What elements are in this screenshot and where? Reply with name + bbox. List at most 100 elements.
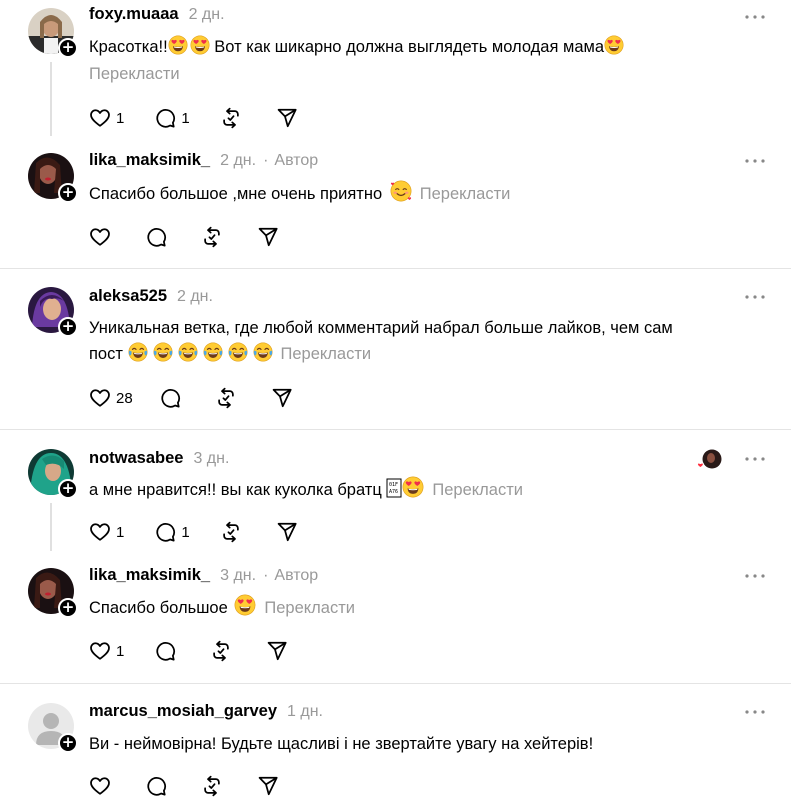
avatar[interactable]: + bbox=[28, 703, 78, 753]
username[interactable]: aleksa525 bbox=[89, 287, 167, 306]
plus-follow-icon[interactable]: + bbox=[58, 317, 78, 337]
like-count: 1 bbox=[116, 523, 125, 541]
heart-icon bbox=[89, 226, 111, 248]
plus-follow-icon[interactable]: + bbox=[58, 479, 78, 499]
avatar[interactable]: + bbox=[28, 287, 78, 337]
repost-button[interactable] bbox=[210, 640, 232, 662]
share-icon bbox=[257, 226, 279, 248]
like-count: 1 bbox=[116, 109, 125, 127]
heart-eyes-emoji bbox=[604, 35, 624, 55]
repost-button[interactable] bbox=[201, 226, 223, 248]
repost-icon bbox=[215, 387, 237, 409]
reply-button[interactable] bbox=[145, 775, 167, 797]
comment-text: Ви - неймовірна! Будьте щасливі і не зве… bbox=[89, 731, 769, 757]
repost-icon bbox=[220, 521, 242, 543]
share-button[interactable] bbox=[271, 387, 293, 409]
more-icon[interactable] bbox=[744, 294, 766, 302]
like-button[interactable]: 1 bbox=[89, 107, 154, 129]
like-button[interactable] bbox=[89, 226, 111, 248]
heart-icon bbox=[89, 521, 111, 543]
timestamp[interactable]: 2 дн. bbox=[177, 288, 213, 306]
repost-button[interactable] bbox=[220, 107, 242, 129]
avatar[interactable]: + bbox=[28, 449, 78, 499]
translate-link[interactable]: Перекласти bbox=[432, 481, 523, 499]
share-button[interactable] bbox=[257, 775, 279, 797]
reply-button[interactable]: 1 bbox=[154, 521, 219, 543]
tears-of-joy-emoji bbox=[153, 342, 173, 362]
reply-button[interactable] bbox=[159, 387, 181, 409]
smiling-hearts-emoji bbox=[390, 180, 412, 202]
translate-label[interactable]: Перекласти bbox=[89, 65, 180, 83]
translate-link[interactable]: Перекласти bbox=[264, 599, 355, 617]
thread-line bbox=[50, 62, 52, 136]
share-button[interactable] bbox=[276, 521, 298, 543]
heart-eyes-emoji bbox=[402, 476, 424, 498]
comment-icon bbox=[154, 107, 176, 129]
plus-follow-icon[interactable]: + bbox=[58, 733, 78, 753]
share-icon bbox=[276, 107, 298, 129]
comment-icon bbox=[154, 640, 176, 662]
username[interactable]: marcus_mosiah_garvey bbox=[89, 702, 277, 721]
like-button[interactable]: 1 bbox=[89, 640, 154, 662]
username[interactable]: lika_maksimik_ bbox=[89, 566, 210, 585]
username[interactable]: notwasabee bbox=[89, 449, 183, 468]
plus-follow-icon[interactable]: + bbox=[58, 598, 78, 618]
plus-follow-icon[interactable]: + bbox=[58, 38, 78, 58]
like-button[interactable] bbox=[89, 775, 111, 797]
comment-text-line: пост bbox=[89, 345, 123, 363]
comment-text-part: Ви - неймовірна! Будьте щасливі і не зве… bbox=[89, 735, 594, 753]
timestamp[interactable]: 2 дн. bbox=[189, 6, 225, 24]
comment-text: Уникальная ветка, где любой комментарий … bbox=[89, 315, 769, 367]
repost-button[interactable] bbox=[220, 521, 242, 543]
more-icon[interactable] bbox=[744, 573, 766, 581]
reply-button[interactable]: 1 bbox=[154, 107, 219, 129]
like-button[interactable]: 28 bbox=[89, 387, 159, 409]
share-button[interactable] bbox=[257, 226, 279, 248]
separator-dot: · bbox=[263, 152, 269, 169]
avatar[interactable]: + bbox=[28, 153, 78, 203]
translate-link[interactable]: Перекласти bbox=[420, 185, 511, 203]
heart-icon bbox=[89, 640, 111, 662]
username[interactable]: lika_maksimik_ bbox=[89, 151, 210, 170]
translate-link[interactable]: Перекласти bbox=[281, 345, 372, 363]
author-liked-icon bbox=[696, 449, 722, 469]
divider bbox=[0, 683, 791, 684]
share-button[interactable] bbox=[266, 640, 288, 662]
separator-dot: · bbox=[263, 567, 269, 584]
repost-button[interactable] bbox=[215, 387, 237, 409]
plus-follow-icon[interactable]: + bbox=[58, 183, 78, 203]
action-bar: 1 bbox=[89, 639, 322, 663]
more-icon[interactable] bbox=[744, 709, 766, 717]
timestamp[interactable]: 1 дн. bbox=[287, 703, 323, 721]
avatar[interactable]: + bbox=[28, 8, 78, 58]
more-icon[interactable] bbox=[744, 14, 766, 22]
timestamp[interactable]: 2 дн. bbox=[220, 152, 256, 170]
more-icon[interactable] bbox=[744, 158, 766, 166]
repost-button[interactable] bbox=[201, 775, 223, 797]
heart-eyes-emoji bbox=[234, 594, 256, 616]
tears-of-joy-emoji bbox=[128, 342, 148, 362]
share-icon bbox=[266, 640, 288, 662]
comment-header: notwasabee 3 дн. bbox=[89, 449, 229, 473]
translate-link[interactable]: Перекласти bbox=[89, 61, 769, 87]
like-button[interactable]: 1 bbox=[89, 521, 154, 543]
action-bar: 1 1 bbox=[89, 106, 332, 130]
username[interactable]: foxy.muaaa bbox=[89, 5, 179, 24]
comment-text-part: Красотка!! bbox=[89, 38, 168, 56]
comment-header: lika_maksimik_ 2 дн. · Автор bbox=[89, 151, 318, 175]
comment-header: marcus_mosiah_garvey 1 дн. bbox=[89, 702, 323, 726]
reply-button[interactable] bbox=[154, 640, 176, 662]
action-bar: 28 bbox=[89, 386, 327, 410]
timestamp[interactable]: 3 дн. bbox=[193, 450, 229, 468]
heart-icon bbox=[89, 107, 111, 129]
author-badge: Автор bbox=[274, 567, 319, 584]
comment-header: aleksa525 2 дн. bbox=[89, 287, 213, 311]
more-icon[interactable] bbox=[744, 456, 766, 464]
svg-text:A76: A76 bbox=[389, 489, 398, 495]
reply-button[interactable] bbox=[145, 226, 167, 248]
avatar[interactable]: + bbox=[28, 568, 78, 618]
comment-text: Спасибо большое Перекласти bbox=[89, 594, 769, 621]
repost-icon bbox=[220, 107, 242, 129]
timestamp[interactable]: 3 дн. bbox=[220, 567, 256, 585]
share-button[interactable] bbox=[276, 107, 298, 129]
